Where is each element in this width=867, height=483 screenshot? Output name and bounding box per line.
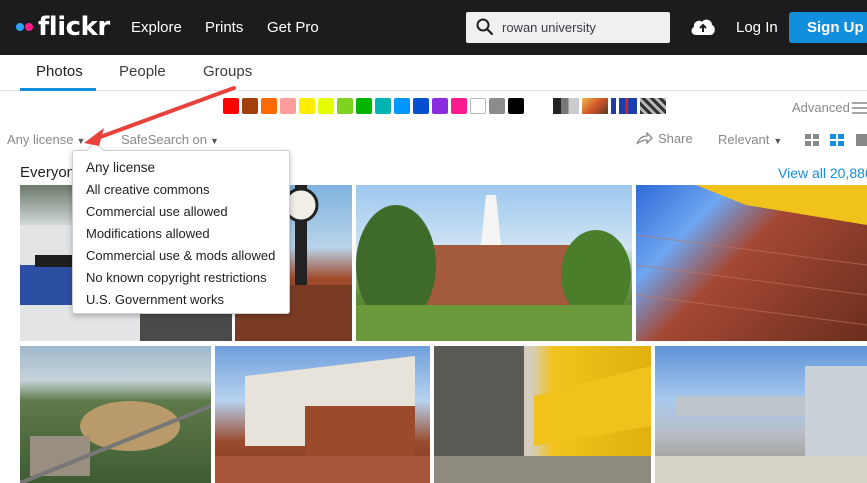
license-option-any[interactable]: Any license	[86, 160, 155, 175]
logo-pink-dot	[25, 23, 33, 31]
license-filter-button[interactable]: Any license ▼	[7, 132, 85, 147]
top-navbar: flickr Explore Prints Get Pro rowan univ…	[0, 0, 867, 55]
style-filter-row	[553, 98, 669, 114]
color-swatch[interactable]	[508, 98, 524, 114]
share-label: Share	[658, 131, 693, 146]
view-small-grid-icon[interactable]	[805, 134, 819, 146]
license-dropdown-menu: Any license All creative commons Commerc…	[72, 141, 290, 314]
share-arrow-icon	[636, 132, 653, 145]
color-swatch[interactable]	[318, 98, 334, 114]
tab-people[interactable]: People	[119, 63, 166, 80]
license-filter-label: Any license	[7, 132, 74, 147]
license-option-all-cc[interactable]: All creative commons	[86, 182, 210, 197]
safesearch-label: SafeSearch on	[121, 132, 208, 147]
upload-cloud-icon[interactable]	[690, 17, 716, 37]
search-input[interactable]: rowan university	[466, 12, 670, 43]
brick-hall-image	[215, 356, 430, 483]
logo-blue-dot	[16, 23, 24, 31]
photo-tile[interactable]	[20, 346, 211, 483]
safesearch-filter-button[interactable]: SafeSearch on ▼	[121, 132, 219, 147]
color-swatch[interactable]	[432, 98, 448, 114]
photo-tile[interactable]	[356, 185, 632, 341]
sort-dropdown[interactable]: Relevant ▼	[718, 132, 782, 147]
campus-building-image	[356, 195, 632, 341]
tab-groups[interactable]: Groups	[203, 63, 252, 80]
view-all-link[interactable]: View all 20,886	[778, 165, 867, 181]
nav-get-pro[interactable]: Get Pro	[267, 19, 319, 36]
style-black-white[interactable]	[553, 98, 579, 114]
color-swatch[interactable]	[261, 98, 277, 114]
color-swatch[interactable]	[337, 98, 353, 114]
photo-tile[interactable]	[636, 185, 867, 341]
color-swatch[interactable]	[375, 98, 391, 114]
flickr-logo[interactable]: flickr	[16, 14, 110, 40]
tab-photos[interactable]: Photos	[36, 63, 83, 80]
license-option-commercial[interactable]: Commercial use allowed	[86, 204, 228, 219]
chevron-down-icon: ▼	[76, 136, 86, 146]
search-query: rowan university	[502, 20, 596, 35]
photo-tile[interactable]	[434, 346, 651, 483]
view-justified-icon[interactable]	[830, 134, 844, 146]
color-swatch[interactable]	[356, 98, 372, 114]
color-swatch[interactable]	[394, 98, 410, 114]
signup-button[interactable]: Sign Up	[789, 12, 867, 43]
license-option-commercial-mods[interactable]: Commercial use & mods allowed	[86, 248, 275, 263]
color-swatch[interactable]	[223, 98, 239, 114]
chevron-down-icon: ▼	[210, 136, 219, 146]
glass-skybridge-image	[655, 366, 867, 483]
yellow-banner-image	[434, 346, 651, 483]
license-option-us-gov[interactable]: U.S. Government works	[86, 292, 224, 307]
photo-tile[interactable]	[655, 346, 867, 483]
nav-prints[interactable]: Prints	[205, 19, 243, 36]
color-filter-row	[223, 98, 527, 114]
chevron-down-icon: ▼	[773, 136, 783, 146]
nav-explore[interactable]: Explore	[131, 19, 182, 36]
color-swatch[interactable]	[413, 98, 429, 114]
active-tab-indicator	[20, 88, 96, 91]
license-option-no-copyright[interactable]: No known copyright restrictions	[86, 270, 267, 285]
sort-label: Relevant	[718, 132, 770, 147]
color-swatch[interactable]	[470, 98, 486, 114]
search-type-tabs: Photos People Groups	[0, 55, 867, 91]
photo-tile[interactable]	[215, 346, 430, 483]
advanced-link[interactable]: Advanced	[792, 100, 850, 115]
color-swatch[interactable]	[299, 98, 315, 114]
color-swatch[interactable]	[280, 98, 296, 114]
color-swatch[interactable]	[242, 98, 258, 114]
student-center-image	[636, 185, 867, 326]
color-swatch[interactable]	[489, 98, 505, 114]
aerial-construction-image	[20, 401, 211, 483]
logo-text: flickr	[38, 12, 110, 42]
share-button[interactable]: Share	[636, 131, 693, 146]
dropdown-pointer	[86, 141, 104, 159]
advanced-filter-icon[interactable]	[852, 101, 867, 115]
style-minimalist[interactable]	[611, 98, 637, 114]
search-icon	[476, 18, 494, 36]
login-link[interactable]: Log In	[736, 19, 778, 36]
license-option-modifications[interactable]: Modifications allowed	[86, 226, 210, 241]
style-depth-of-field[interactable]	[582, 98, 608, 114]
style-patterns[interactable]	[640, 98, 666, 114]
color-swatch[interactable]	[451, 98, 467, 114]
view-large-icon[interactable]	[856, 134, 867, 146]
